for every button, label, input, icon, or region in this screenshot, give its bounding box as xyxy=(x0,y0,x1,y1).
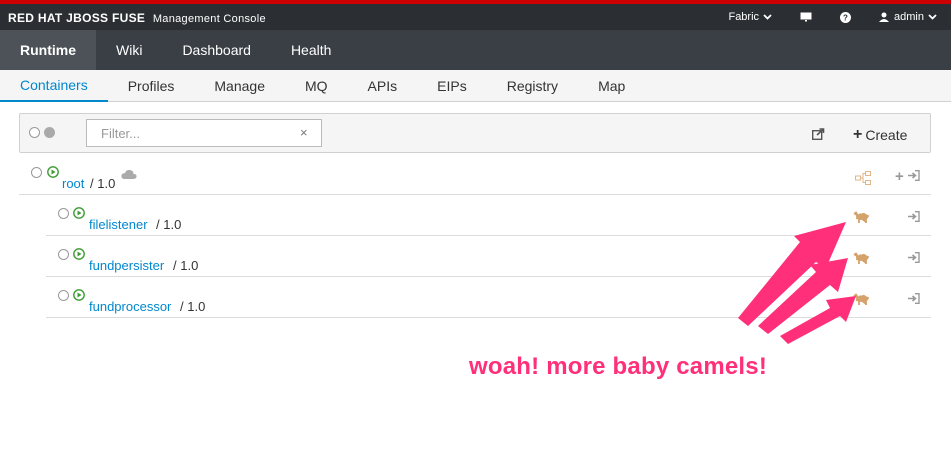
subtab-profiles[interactable]: Profiles xyxy=(108,70,195,102)
help-icon: ? xyxy=(840,11,852,23)
top-brand-bar: RED HAT JBOSS FUSE Management Console Fa… xyxy=(0,0,951,30)
help-button[interactable]: ? xyxy=(826,11,865,23)
play-status-icon xyxy=(73,207,85,219)
subtab-manage[interactable]: Manage xyxy=(194,70,285,102)
chevron-down-icon xyxy=(928,14,937,20)
subtab-map[interactable]: Map xyxy=(578,70,645,102)
row-select-radio[interactable] xyxy=(31,167,42,178)
container-link-filelistener[interactable]: filelistener xyxy=(89,217,148,232)
fabric-dropdown[interactable]: Fabric xyxy=(714,11,786,23)
monitor-icon xyxy=(800,12,812,22)
subtab-apis[interactable]: APIs xyxy=(348,70,418,102)
container-version: / 1.0 xyxy=(156,217,182,232)
brand-name: RED HAT JBOSS FUSE xyxy=(8,11,146,25)
user-icon xyxy=(879,12,890,22)
container-link-fundprocessor[interactable]: fundprocessor xyxy=(89,299,171,314)
select-all-radio[interactable] xyxy=(44,127,55,138)
profile-tree-icon[interactable] xyxy=(855,171,871,185)
subtab-eips[interactable]: EIPs xyxy=(417,70,487,102)
play-status-icon xyxy=(73,248,85,260)
brand-subtitle: Management Console xyxy=(152,13,266,25)
brand-logo: RED HAT JBOSS FUSE Management Console xyxy=(8,11,266,25)
connect-icon[interactable] xyxy=(908,170,920,181)
annotation-text: woah! more baby camels! xyxy=(469,353,768,380)
sub-nav: Containers Profiles Manage MQ APIs EIPs … xyxy=(0,70,951,102)
user-menu[interactable]: admin xyxy=(865,11,951,23)
svg-text:?: ? xyxy=(843,13,848,22)
container-row-fundprocessor: fundprocessor / 1.0 xyxy=(46,277,931,318)
filter-input[interactable] xyxy=(86,119,322,147)
connect-icon[interactable] xyxy=(908,293,920,304)
subtab-registry[interactable]: Registry xyxy=(487,70,578,102)
clear-filter-icon[interactable]: × xyxy=(300,125,308,140)
container-link-fundpersister[interactable]: fundpersister xyxy=(89,258,164,273)
add-child-icon[interactable]: + xyxy=(895,168,904,185)
tab-health[interactable]: Health xyxy=(271,30,351,70)
share-button[interactable] xyxy=(811,127,825,145)
container-link-root[interactable]: root xyxy=(62,176,84,191)
container-toolbar: × + Create xyxy=(19,113,931,153)
fabric-label: Fabric xyxy=(728,11,760,23)
container-row-filelistener: filelistener / 1.0 xyxy=(46,195,931,236)
camel-icon[interactable] xyxy=(853,292,870,305)
camel-icon[interactable] xyxy=(853,210,870,223)
connect-icon[interactable] xyxy=(908,252,920,263)
chevron-down-icon xyxy=(763,14,772,20)
tab-runtime[interactable]: Runtime xyxy=(0,30,96,70)
subtab-mq[interactable]: MQ xyxy=(285,70,348,102)
main-nav: Runtime Wiki Dashboard Health xyxy=(0,30,951,70)
monitor-button[interactable] xyxy=(786,12,826,22)
row-select-radio[interactable] xyxy=(58,249,69,260)
container-version: / 1.0 xyxy=(90,176,116,191)
connect-icon[interactable] xyxy=(908,211,920,222)
play-status-icon xyxy=(73,289,85,301)
create-button[interactable]: + Create xyxy=(853,126,907,144)
container-row-root: root / 1.0 + xyxy=(19,154,931,195)
share-icon xyxy=(811,128,825,141)
row-select-radio[interactable] xyxy=(58,290,69,301)
camel-icon[interactable] xyxy=(853,251,870,264)
select-none-radio[interactable] xyxy=(29,127,40,138)
user-label: admin xyxy=(894,11,924,23)
cloud-icon xyxy=(121,169,137,179)
plus-icon: + xyxy=(853,126,863,143)
container-version: / 1.0 xyxy=(173,258,199,273)
subtab-containers[interactable]: Containers xyxy=(0,70,108,102)
play-status-icon xyxy=(47,166,59,178)
tab-dashboard[interactable]: Dashboard xyxy=(162,30,271,70)
tab-wiki[interactable]: Wiki xyxy=(96,30,162,70)
container-row-fundpersister: fundpersister / 1.0 xyxy=(46,236,931,277)
create-label: Create xyxy=(865,127,908,143)
row-select-radio[interactable] xyxy=(58,208,69,219)
container-version: / 1.0 xyxy=(180,299,206,314)
